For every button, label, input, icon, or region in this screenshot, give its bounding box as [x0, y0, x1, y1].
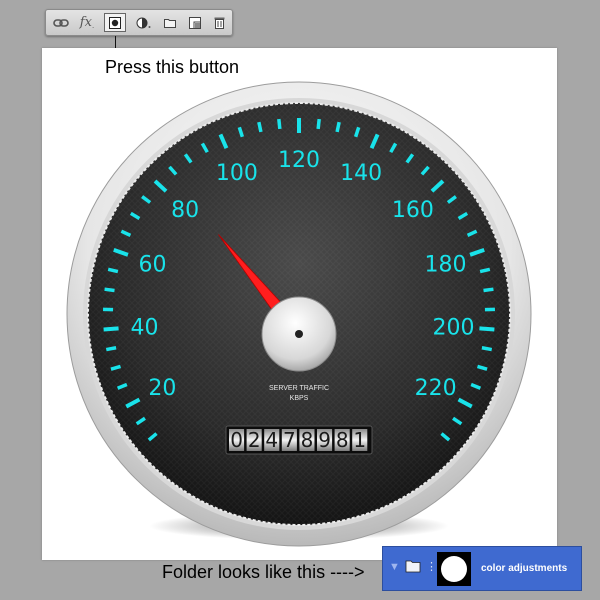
gauge-scale-label: 160 [392, 198, 434, 223]
gauge-tick [257, 121, 263, 133]
trash-icon [214, 17, 224, 29]
gauge-scale-label: 140 [340, 161, 382, 186]
odometer-digit: 1 [353, 428, 366, 452]
new-group-button[interactable] [159, 13, 181, 32]
add-layer-mask-button[interactable] [104, 13, 126, 32]
odometer-digit: 8 [301, 428, 314, 452]
press-button-instruction: Press this button [105, 57, 240, 77]
folder-hint-instruction: Folder looks like this ----> [162, 562, 365, 582]
fx-icon: fx [79, 15, 92, 30]
gauge-tick [104, 287, 115, 293]
gauge-caption-title: SERVER TRAFFIC [269, 385, 329, 392]
gauge-scale-label: 80 [171, 198, 199, 223]
gauge-scale-label: 200 [433, 315, 475, 340]
odometer-digit: 9 [318, 428, 331, 452]
adjustment-layer-button[interactable] [133, 13, 155, 32]
gauge-scale-label: 60 [139, 252, 167, 277]
gauge-tick [483, 287, 494, 293]
gauge-tick [103, 326, 119, 332]
link-layers-icon [53, 18, 69, 27]
gauge-scale-label: 100 [216, 161, 258, 186]
gauge-tick [479, 267, 491, 274]
folder-icon [405, 560, 421, 573]
new-layer-icon [189, 16, 201, 29]
new-group-folder-icon [164, 18, 176, 28]
gauge-tick [107, 267, 119, 274]
odometer-digit: 7 [283, 428, 296, 452]
gauge-tick [481, 346, 493, 352]
odometer-digit: 4 [265, 428, 278, 452]
gauge-scale-label: 40 [130, 315, 158, 340]
add-layer-mask-icon [109, 16, 121, 29]
link-layers-button[interactable] [50, 13, 72, 32]
new-layer-button[interactable] [184, 13, 206, 32]
layer-row-color-adjustments[interactable]: ▼ ⋮ color adjustments [382, 546, 582, 591]
gauge-tick [479, 326, 495, 332]
layer-name: color adjustments [481, 563, 568, 574]
gauge-tick [277, 118, 282, 130]
gauge-scale-label: 220 [415, 376, 457, 401]
layer-style-button[interactable]: fx. [76, 13, 98, 32]
gauge-caption-unit: KBPS [290, 395, 309, 402]
document-canvas: 20 40 60 80 100 120 140 160 180 200 220 SERVER TRA… [42, 48, 557, 560]
gauge-hub-pin [295, 330, 303, 338]
gauge-tick [335, 121, 341, 133]
odometer-digit: 8 [336, 428, 349, 452]
odometer-digit: 2 [248, 428, 261, 452]
odometer-digit: 0 [230, 428, 243, 452]
gauge-scale-label: 180 [424, 252, 466, 277]
gauge-tick [105, 346, 117, 352]
layer-mask-thumbnail[interactable] [437, 552, 471, 586]
gauge-tick [316, 118, 321, 130]
speedometer-gauge: 20406080100120140160180200220 SERVER TRA… [66, 81, 532, 547]
gauge-scale-label: 120 [278, 148, 320, 173]
mask-circle [441, 556, 467, 582]
delete-layer-button[interactable] [208, 13, 230, 32]
odometer: 02478981 [225, 425, 373, 455]
link-chain-icon: ⋮ [426, 561, 437, 573]
layers-panel-toolbar: fx. [45, 9, 233, 36]
adjustment-layer-icon [136, 17, 151, 28]
collapse-triangle-icon[interactable]: ▼ [389, 561, 400, 573]
gauge-scale-label: 20 [148, 376, 176, 401]
